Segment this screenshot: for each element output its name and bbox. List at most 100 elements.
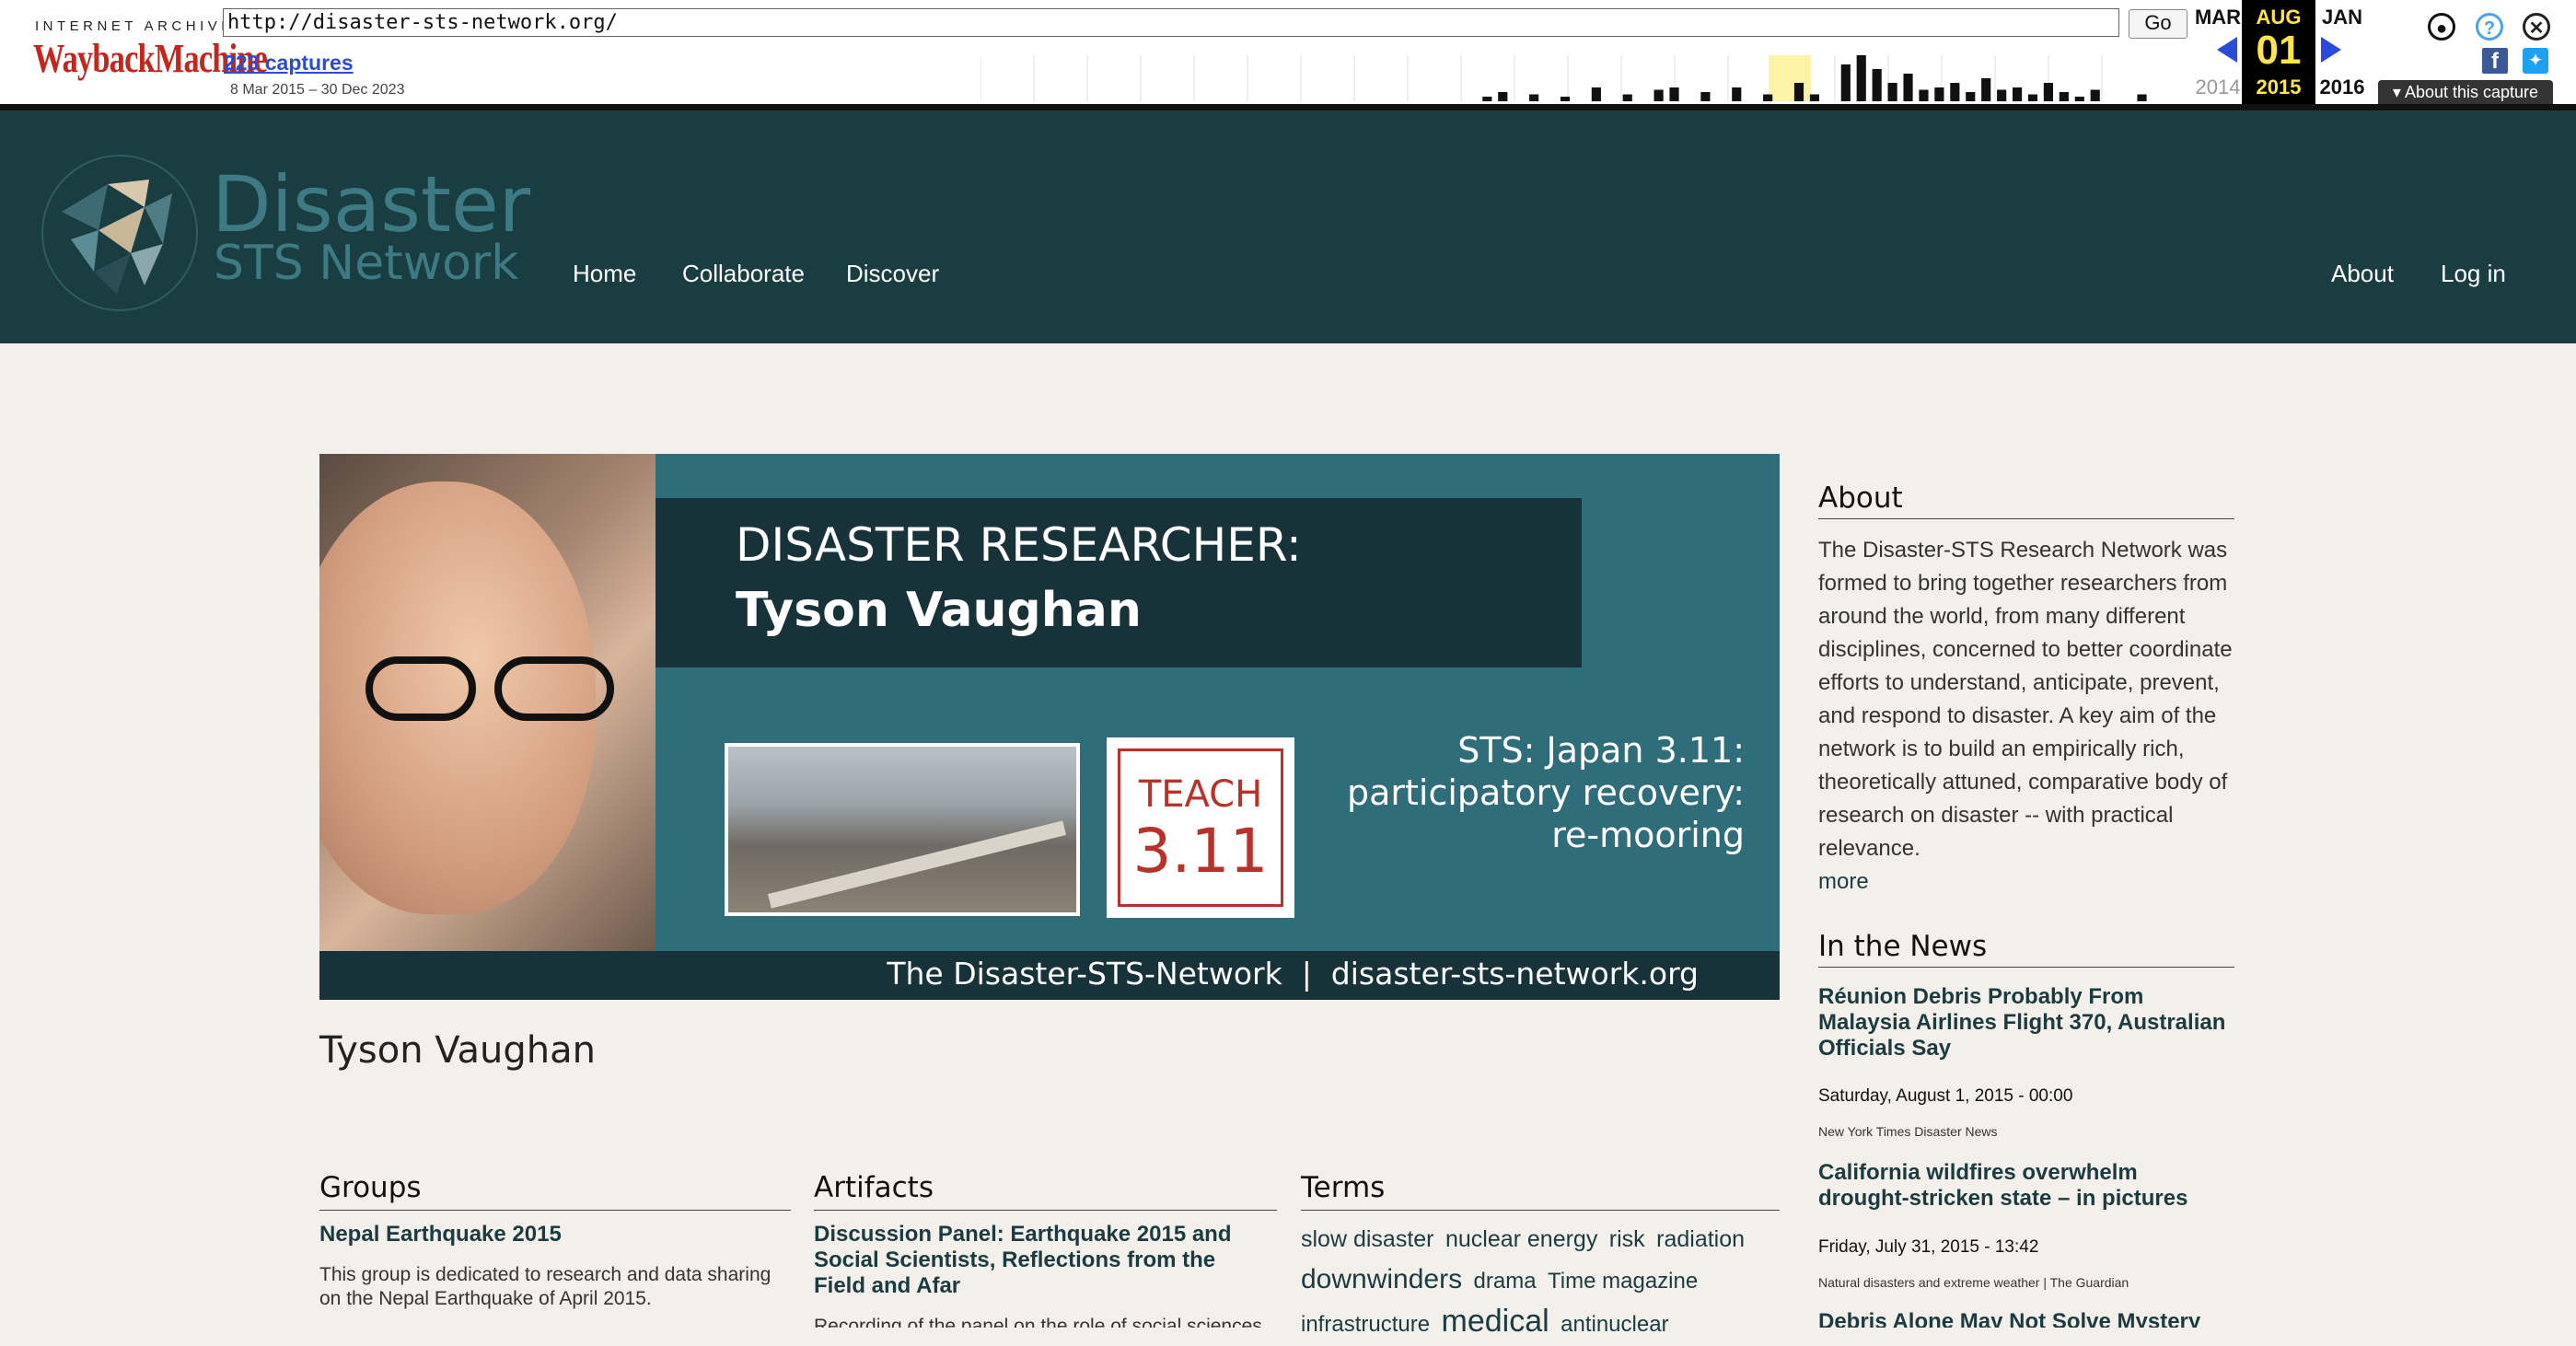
url-input[interactable]: http://disaster-sts-network.org/	[223, 8, 2119, 37]
sparkline-bar	[2027, 94, 2038, 101]
captures-link[interactable]: 223 captures	[224, 51, 354, 75]
next-year[interactable]: 2016	[2305, 75, 2379, 99]
artifacts-heading: Artifacts	[814, 1171, 1277, 1211]
term-link[interactable]: infrastructure	[1301, 1312, 1430, 1337]
news-item-title[interactable]: Réunion Debris Probably From Malaysia Ai…	[1818, 984, 2233, 1062]
site-logo[interactable]	[41, 155, 198, 311]
about-capture-button[interactable]: ▾ About this capture	[2378, 80, 2553, 104]
ia-label: INTERNET ARCHIVE	[35, 18, 235, 34]
facebook-icon[interactable]: f	[2482, 48, 2508, 74]
wayback-toolbar: INTERNET ARCHIVE WaybackMachine http://d…	[0, 0, 2576, 110]
user-icon[interactable]: ●	[2428, 13, 2455, 41]
portrait-photo	[319, 454, 656, 951]
nav-discover[interactable]: Discover	[846, 260, 939, 288]
term-link[interactable]: antinuclear	[1561, 1312, 1668, 1337]
sparkline-current-year	[1769, 55, 1811, 101]
hero-banner: DISASTER RESEARCHER: Tyson Vaughan TEACH…	[319, 454, 1780, 1000]
about-heading: About	[1818, 482, 2234, 519]
about-body: The Disaster-STS Research Network was fo…	[1818, 538, 2233, 861]
sparkline-bar	[1872, 69, 1882, 101]
nav-home[interactable]: Home	[573, 260, 636, 288]
nav-collaborate[interactable]: Collaborate	[682, 260, 805, 288]
sparkline-bar	[1966, 92, 1976, 101]
nav-about[interactable]: About	[2331, 260, 2394, 288]
sparkline-bar	[1903, 74, 1913, 101]
prev-capture-arrow-icon[interactable]	[2217, 37, 2237, 63]
banner-sts-line1: STS: Japan 3.11:	[1457, 730, 1745, 771]
glasses-left	[366, 656, 476, 721]
sparkline-bar	[1919, 89, 1929, 101]
term-link[interactable]: drama	[1474, 1269, 1537, 1294]
sparkline-bar	[1498, 92, 1508, 101]
groups-heading: Groups	[319, 1171, 791, 1211]
twitter-icon[interactable]: ✦	[2523, 48, 2548, 74]
about-capture-label: About this capture	[2404, 83, 2539, 101]
capture-date-range: 8 Mar 2015 – 30 Dec 2023	[230, 82, 405, 98]
sparkline-bar	[2043, 83, 2054, 101]
current-month: AUG	[2256, 6, 2302, 29]
news-item-source[interactable]: New York Times Disaster News	[1818, 1124, 1998, 1139]
sparkline-bar	[1950, 83, 1960, 101]
news-item-title[interactable]: California wildfires overwhelm drought-s…	[1818, 1160, 2233, 1212]
current-day: 01	[2256, 28, 2302, 73]
glasses-right	[494, 656, 614, 721]
news-item-source[interactable]: Natural disasters and extreme weather | …	[1818, 1275, 2129, 1290]
page-title: Tyson Vaughan	[319, 1029, 596, 1072]
news-heading: In the News	[1818, 930, 2234, 968]
sparkline-bar	[1840, 64, 1851, 101]
terms-heading: Terms	[1301, 1171, 1780, 1211]
term-link[interactable]: medical	[1442, 1304, 1549, 1339]
term-link[interactable]: Time magazine	[1548, 1269, 1698, 1294]
site-name[interactable]: Disaster	[212, 166, 530, 243]
news-item-date: Friday, July 31, 2015 - 13:42	[1818, 1237, 2039, 1257]
sparkline-bar	[1482, 97, 1492, 101]
close-icon[interactable]: ✕	[2523, 13, 2550, 41]
artifact-description: Recording of the panel on the role of so…	[814, 1316, 1262, 1328]
news-item-title[interactable]: Debris Alone May Not Solve Mystery	[1818, 1309, 2233, 1328]
sparkline-bar	[2090, 89, 2100, 101]
capture-sparkline[interactable]	[981, 55, 2150, 101]
logo-shard-icon	[62, 180, 172, 295]
artifact-link[interactable]: Discussion Panel: Earthquake 2015 and So…	[814, 1222, 1256, 1299]
help-icon[interactable]: ?	[2476, 13, 2503, 41]
sparkline-bar	[2074, 97, 2084, 101]
group-link[interactable]: Nepal Earthquake 2015	[319, 1222, 789, 1247]
sparkline-bar	[1981, 78, 1991, 101]
sparkline-bar	[1887, 83, 1897, 101]
sparkline-bar	[1997, 89, 2007, 101]
sparkline-bar	[1700, 92, 1711, 101]
banner-footer-text: The Disaster-STS-Network | disaster-sts-…	[887, 956, 1699, 992]
term-link[interactable]: downwinders	[1301, 1264, 1462, 1294]
sparkline-bar	[1763, 94, 1773, 101]
sparkline-bar	[2059, 92, 2069, 101]
next-month[interactable]: JAN	[2305, 6, 2379, 29]
current-capture-date: AUG 01 2015	[2242, 0, 2315, 104]
sparkline-bar	[1809, 94, 1820, 101]
teach-word: TEACH	[1138, 773, 1263, 816]
group-description: This group is dedicated to research and …	[319, 1264, 772, 1309]
term-link[interactable]: risk	[1609, 1226, 1645, 1252]
term-link[interactable]: nuclear energy	[1445, 1226, 1597, 1252]
sparkline-bar	[1591, 87, 1601, 101]
sparkline-bar	[1793, 83, 1804, 101]
sparkline-bar	[1669, 87, 1679, 101]
site-subname[interactable]: STS Network	[214, 239, 518, 287]
nav-login[interactable]: Log in	[2441, 260, 2506, 288]
go-button[interactable]: Go	[2129, 9, 2187, 39]
sparkline-bar	[1856, 55, 1866, 101]
banner-title-line1: DISASTER RESEARCHER:	[736, 518, 1302, 572]
banner-sts-line3: re-mooring	[1551, 815, 1745, 855]
term-link[interactable]: slow disaster	[1301, 1226, 1434, 1252]
banner-title-line2: Tyson Vaughan	[736, 583, 1142, 638]
sparkline-bar	[1529, 94, 1539, 101]
term-link[interactable]: radiation	[1656, 1226, 1745, 1252]
teach-number: 3.11	[1132, 816, 1269, 887]
news-item-date: Saturday, August 1, 2015 - 00:00	[1818, 1086, 2073, 1106]
next-capture-arrow-icon[interactable]	[2321, 37, 2341, 63]
sparkline-bar	[2012, 87, 2023, 101]
sparkline-bar	[1654, 89, 1664, 101]
city-photo	[725, 743, 1080, 916]
sparkline-bar	[1732, 87, 1742, 101]
sparkline-bar	[1622, 94, 1632, 101]
about-more-link[interactable]: more	[1818, 869, 1869, 894]
